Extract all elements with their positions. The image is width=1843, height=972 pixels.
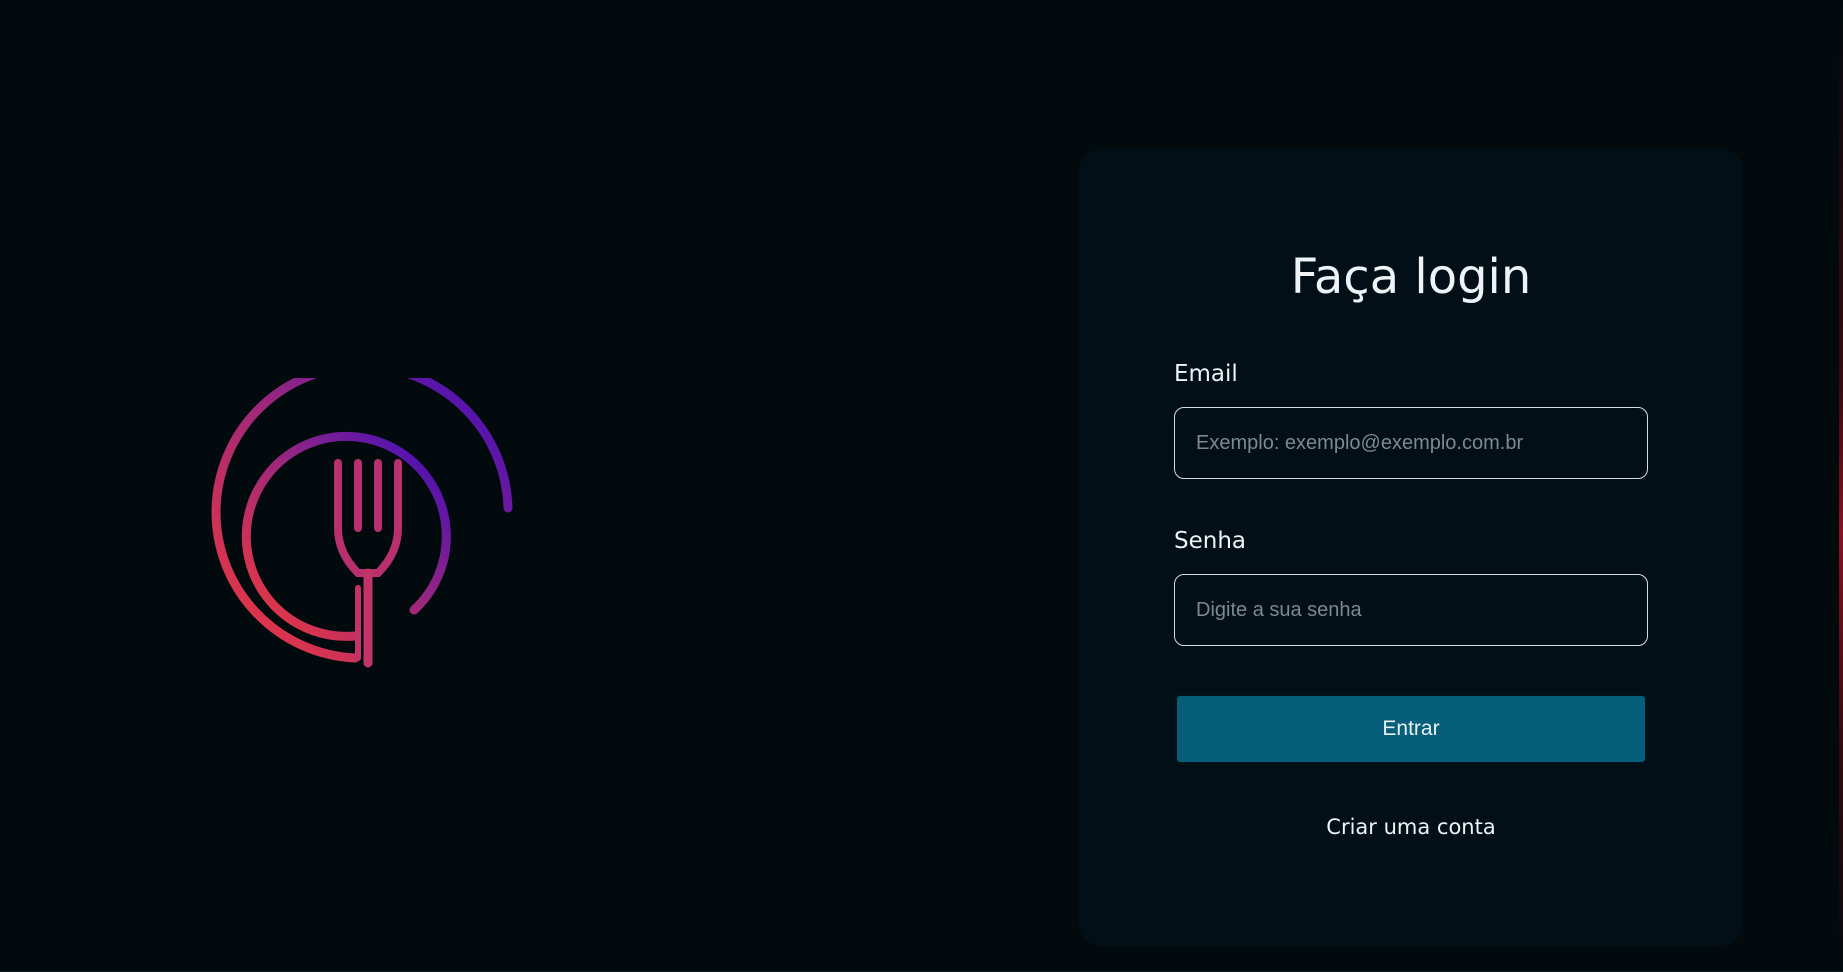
edge-accent bbox=[1839, 0, 1843, 972]
signup-link[interactable]: Criar uma conta bbox=[1079, 815, 1743, 839]
submit-button[interactable]: Entrar bbox=[1174, 693, 1648, 765]
page-title: Faça login bbox=[1290, 249, 1532, 305]
email-field[interactable] bbox=[1174, 407, 1648, 479]
plate-fork-icon bbox=[211, 378, 513, 668]
email-label: Email bbox=[1174, 361, 1238, 387]
password-field[interactable] bbox=[1174, 574, 1648, 646]
password-label: Senha bbox=[1174, 528, 1246, 554]
login-card: Faça login Email Senha Entrar Criar uma … bbox=[1079, 149, 1743, 946]
brand-logo bbox=[210, 378, 770, 678]
